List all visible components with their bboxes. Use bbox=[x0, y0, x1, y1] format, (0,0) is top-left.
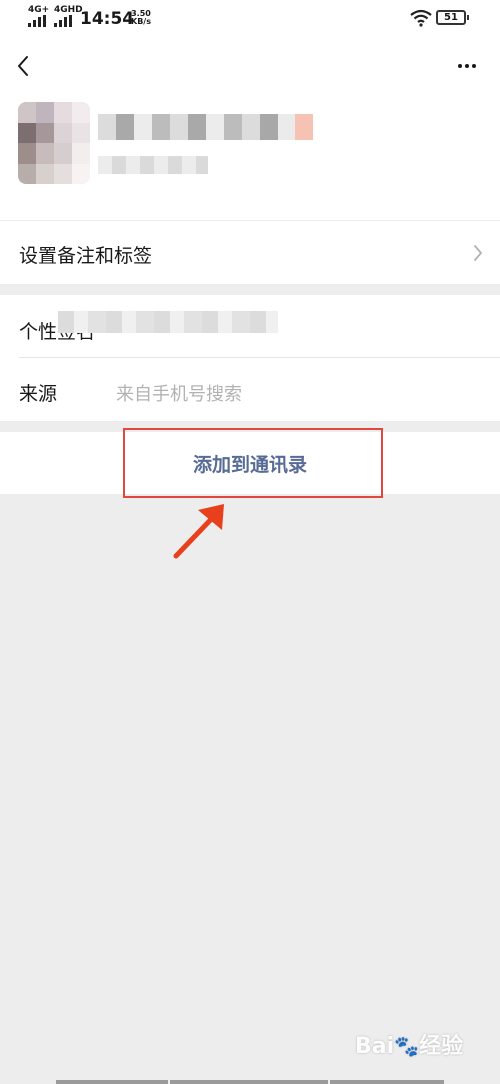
status-bar: 4G+ 4GHD 14:54 3.50 KB/s 51 bbox=[0, 0, 500, 40]
watermark-text-2: 经验 bbox=[419, 1034, 464, 1059]
wifi-icon bbox=[410, 9, 432, 27]
speed-unit: KB/s bbox=[131, 17, 151, 26]
more-dots-icon[interactable] bbox=[452, 54, 482, 78]
remark-tag-label: 设置备注和标签 bbox=[19, 245, 153, 267]
chevron-right-icon bbox=[474, 245, 482, 261]
source-value: 来自手机号搜索 bbox=[116, 384, 242, 405]
signature-redacted bbox=[58, 311, 278, 333]
network-type-2: 4GHD bbox=[54, 5, 83, 15]
profile-header bbox=[0, 40, 500, 220]
signal-icon bbox=[28, 15, 46, 27]
source-label: 来源 bbox=[19, 383, 58, 405]
account-id-redacted bbox=[98, 156, 208, 174]
remark-tag-row[interactable]: 设置备注和标签 bbox=[0, 221, 500, 284]
nickname-redacted bbox=[98, 114, 313, 140]
highlight-annotation-box bbox=[123, 428, 383, 498]
watermark-text: Bai bbox=[355, 1034, 395, 1059]
clock: 14:54 bbox=[80, 9, 135, 29]
battery-indicator: 51 bbox=[436, 10, 469, 25]
bottom-strip-1 bbox=[56, 1080, 168, 1084]
chevron-left-icon[interactable] bbox=[10, 52, 38, 80]
network-speed: 3.50 KB/s bbox=[131, 10, 151, 26]
watermark: Bai🐾经验 bbox=[355, 1028, 463, 1060]
network-type-1: 4G+ bbox=[28, 5, 50, 15]
bottom-strip-2 bbox=[170, 1080, 328, 1084]
bottom-strip-3 bbox=[330, 1080, 444, 1084]
avatar[interactable] bbox=[18, 102, 90, 184]
info-group: 个性签名 来源 来自手机号搜索 bbox=[0, 295, 500, 421]
divider bbox=[19, 357, 500, 358]
arrow-annotation-icon bbox=[173, 504, 224, 559]
signal-icon-2 bbox=[54, 15, 72, 27]
paw-icon: 🐾 bbox=[394, 1034, 420, 1058]
